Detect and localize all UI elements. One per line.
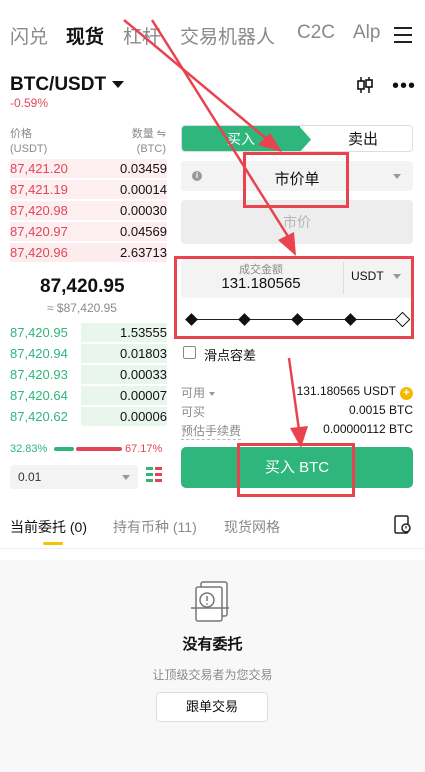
orderbook-qty-header[interactable]: 数量 ⇋ (BTC) — [116, 127, 166, 157]
slippage-checkbox[interactable] — [183, 346, 196, 359]
bid-row[interactable]: 87,420.93 0.00033 — [10, 365, 167, 384]
tab-holdings[interactable]: 持有币种 (11) — [113, 517, 197, 537]
ask-price: 87,420.96 — [10, 245, 68, 260]
bid-quantity: 0.00006 — [120, 409, 167, 424]
bid-price: 87,420.95 — [10, 325, 68, 340]
copy-trading-button[interactable]: 跟单交易 — [156, 692, 268, 722]
ask-price: 87,421.20 — [10, 161, 68, 176]
tab-arrow-shape — [299, 126, 311, 151]
ask-quantity: 0.00030 — [120, 203, 167, 218]
buy-sell-toggle: 买入 卖出 — [181, 125, 413, 152]
ask-row[interactable]: 87,421.19 0.00014 — [10, 180, 167, 199]
mid-price-fiat: ≈ $87,420.95 — [47, 301, 117, 315]
bid-quantity: 0.00033 — [120, 367, 167, 382]
ask-price: 87,421.19 — [10, 182, 68, 197]
bid-price: 87,420.62 — [10, 409, 68, 424]
pair-name: BTC/USDT — [10, 74, 107, 95]
ask-row[interactable]: 87,420.97 0.04569 — [10, 222, 167, 241]
chevron-down-icon — [393, 174, 401, 179]
more-icon[interactable]: ••• — [392, 76, 416, 96]
orderbook-layout-icon[interactable] — [146, 467, 162, 483]
bid-quantity: 0.00007 — [120, 388, 167, 403]
highlight-buy-button — [237, 443, 355, 497]
buy-tab[interactable]: 买入 — [182, 126, 300, 151]
tab-trading-bot[interactable]: 交易机器人 — [180, 22, 275, 49]
sell-ratio: 67.17% — [125, 443, 163, 455]
ask-quantity: 2.63713 — [120, 245, 167, 260]
ask-quantity: 0.00014 — [120, 182, 167, 197]
tab-c2c[interactable]: C2C — [297, 22, 335, 44]
sell-ratio-bar — [76, 447, 122, 451]
bid-quantity: 0.01803 — [120, 346, 167, 361]
order-history-icon[interactable] — [394, 515, 412, 535]
bid-price: 87,420.93 — [10, 367, 68, 382]
ask-quantity: 0.03459 — [120, 161, 167, 176]
tab-flash-swap[interactable]: 闪兑 — [10, 22, 48, 49]
caret-down-icon — [209, 391, 216, 396]
highlight-amount — [174, 256, 414, 339]
bid-price: 87,420.94 — [10, 346, 68, 361]
plus-icon[interactable]: + — [400, 387, 413, 400]
bid-row[interactable]: 87,420.94 0.01803 — [10, 344, 167, 363]
buy-ratio-bar — [54, 447, 74, 451]
slippage-label[interactable]: 滑点容差 — [204, 345, 256, 364]
tab-open-orders[interactable]: 当前委托 (0) — [10, 517, 87, 537]
ask-price: 87,420.98 — [10, 203, 68, 218]
bid-row[interactable]: 87,420.64 0.00007 — [10, 386, 167, 405]
candlestick-chart-icon[interactable] — [355, 75, 375, 95]
pair-selector[interactable]: BTC/USDT — [10, 74, 125, 96]
fee-value: 0.00000112 BTC — [323, 422, 413, 436]
ask-row[interactable]: 87,421.20 0.03459 — [10, 159, 167, 178]
can-buy-label: 可买 — [181, 405, 206, 419]
orderbook-price-header: 价格 (USDT) — [10, 128, 48, 155]
available-value: 131.180565 USDT — [296, 384, 396, 398]
empty-title: 没有委托 — [182, 636, 243, 653]
chevron-down-icon — [122, 475, 130, 480]
bid-row[interactable]: 87,420.62 0.00006 — [10, 407, 167, 426]
tab-alpha[interactable]: Alp — [353, 22, 380, 44]
caret-down-icon — [112, 81, 125, 89]
depth-select[interactable]: 0.01 — [10, 465, 138, 489]
top-nav: 闪兑 现货 杠杆 交易机器人 C2C Alp — [0, 0, 425, 70]
can-buy-row: 可买 0.0015 BTC — [181, 401, 413, 419]
bid-price: 87,420.64 — [10, 388, 68, 403]
available-row: 可用 131.180565 USDT + — [181, 382, 413, 401]
active-tab-indicator — [43, 542, 63, 545]
ask-quantity: 0.04569 — [120, 224, 167, 239]
menu-icon[interactable] — [394, 27, 412, 43]
bid-quantity: 1.53555 — [120, 325, 167, 340]
bid-row[interactable]: 87,420.95 1.53555 — [10, 323, 167, 342]
fee-row: 预估手续费 0.00000112 BTC — [181, 420, 413, 440]
mid-price: 87,420.95 — [40, 276, 125, 297]
ask-price: 87,420.97 — [10, 224, 68, 239]
ask-row[interactable]: 87,420.98 0.00030 — [10, 201, 167, 220]
fee-label: 预估手续费 — [181, 424, 242, 440]
empty-document-icon — [191, 581, 229, 622]
can-buy-value: 0.0015 BTC — [348, 403, 413, 417]
empty-subtitle: 让顶级交易者为您交易 — [152, 668, 273, 682]
tab-spot-grid[interactable]: 现货网格 — [224, 517, 280, 537]
buy-ratio: 32.83% — [10, 443, 48, 455]
tab-margin[interactable]: 杠杆 — [123, 22, 161, 49]
sell-tab[interactable]: 卖出 — [312, 126, 412, 151]
price-change: -0.59% — [10, 96, 49, 110]
tab-spot[interactable]: 现货 — [66, 22, 104, 49]
highlight-order-type — [243, 152, 349, 208]
ask-row[interactable]: 87,420.96 2.63713 — [10, 243, 167, 262]
available-label[interactable]: 可用 — [181, 384, 216, 401]
